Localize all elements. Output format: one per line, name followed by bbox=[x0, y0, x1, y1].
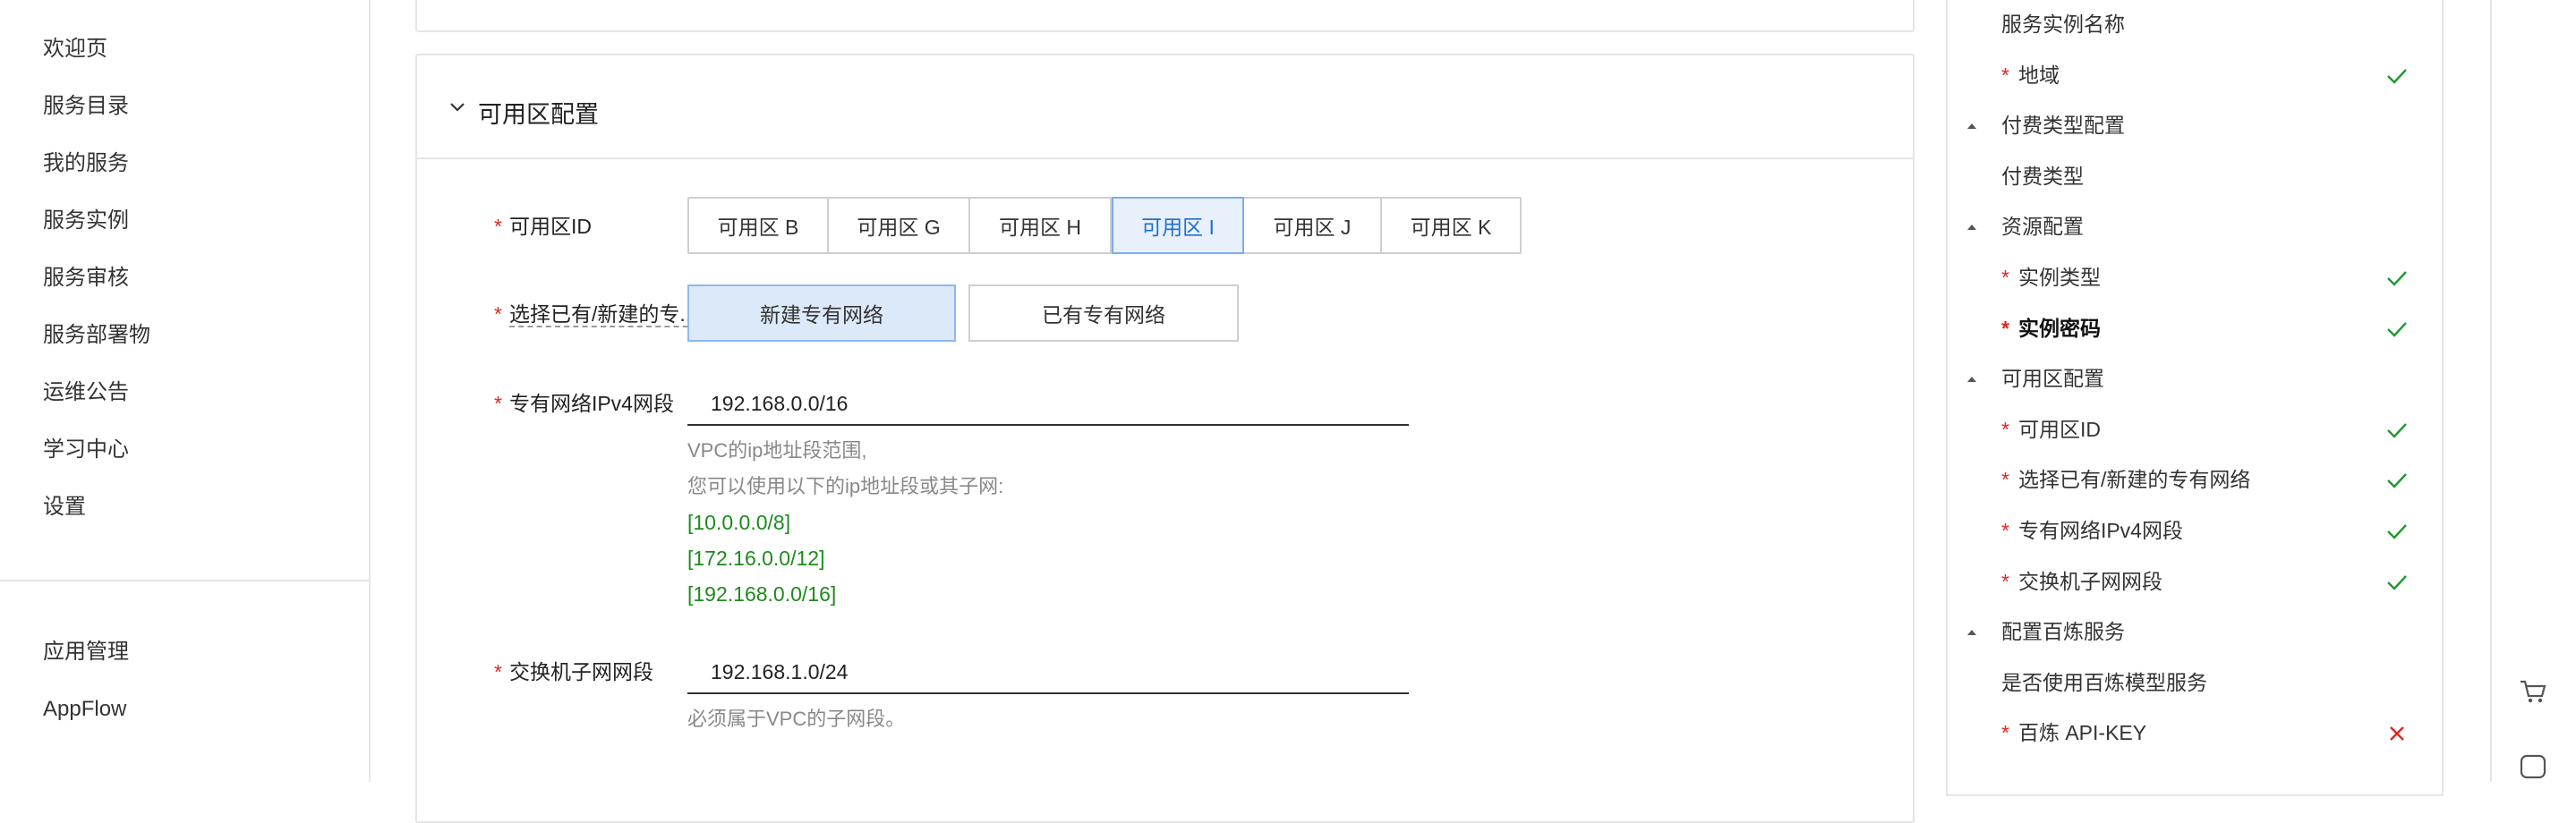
outline-item[interactable]: * 百炼 API-KEY bbox=[2001, 719, 2146, 746]
nav-item-my-services[interactable]: 我的服务 bbox=[43, 150, 129, 177]
section-title: 可用区配置 bbox=[478, 101, 599, 128]
caret-up-icon[interactable] bbox=[1967, 377, 1976, 383]
outline-item[interactable]: 是否使用百炼模型服务 bbox=[2001, 669, 2207, 696]
check-icon bbox=[2387, 271, 2407, 286]
outline-group[interactable]: 可用区配置 bbox=[2001, 365, 2104, 392]
vpc-choice-label: * 选择已有/新建的专... bbox=[494, 302, 697, 327]
outline-group[interactable]: 资源配置 bbox=[2001, 213, 2084, 240]
vpc-range-172: [172.16.0.0/12] bbox=[687, 547, 825, 570]
outline-item-label: 百炼 API-KEY bbox=[2017, 721, 2147, 745]
nav-item-app-management[interactable]: 应用管理 bbox=[43, 639, 129, 666]
outline-group[interactable]: 付费类型配置 bbox=[2001, 112, 2125, 139]
previous-section-card bbox=[415, 0, 1915, 32]
check-icon bbox=[2387, 524, 2407, 539]
required-mark: * bbox=[494, 660, 502, 683]
zone-option-h[interactable]: 可用区 H bbox=[970, 199, 1112, 252]
nav-item-welcome[interactable]: 欢迎页 bbox=[43, 36, 107, 63]
nav-item-learning-center[interactable]: 学习中心 bbox=[43, 437, 129, 463]
outline-item-label: 实例密码 bbox=[2017, 316, 2101, 340]
outline-item-label: 选择已有/新建的专有网络 bbox=[2017, 468, 2251, 492]
outline-item-label: 实例类型 bbox=[2017, 266, 2101, 289]
outline-item-label: 配置百炼服务 bbox=[2001, 620, 2125, 644]
zone-option-g[interactable]: 可用区 G bbox=[829, 199, 970, 252]
outline-item[interactable]: * 可用区ID bbox=[2001, 416, 2101, 443]
required-mark: * bbox=[2001, 721, 2009, 745]
form-outline-panel: 服务实例名称 * 地域付费类型配置 付费类型资源配置 * 实例类型 * 实例密码可用区配置 * 可… bbox=[1946, 0, 2449, 796]
vpc-cidr-help-2: 您可以使用以下的ip地址段或其子网: bbox=[687, 475, 1004, 497]
vpc-cidr-help-1: VPC的ip地址段范围, bbox=[687, 439, 867, 462]
outline-item-label: 服务实例名称 bbox=[2001, 13, 2125, 36]
new-vpc-button[interactable]: 新建专有网络 bbox=[687, 284, 956, 342]
caret-up-icon[interactable] bbox=[1967, 123, 1976, 130]
chevron-down-icon bbox=[450, 103, 465, 112]
outline-item[interactable]: 服务实例名称 bbox=[2001, 11, 2125, 38]
outline-item-label: 资源配置 bbox=[2001, 215, 2084, 239]
required-mark: * bbox=[494, 302, 502, 326]
main-content: 可用区配置 * 可用区ID 可用区 B 可用区 G 可用区 H 可用区 I 可用区… bbox=[371, 0, 1946, 823]
required-mark: * bbox=[2001, 519, 2009, 542]
nav-item-service-review[interactable]: 服务审核 bbox=[43, 265, 129, 292]
outline-item-label: 专有网络IPv4网段 bbox=[2017, 519, 2183, 542]
vsw-cidr-label: * 交换机子网网段 bbox=[494, 660, 653, 683]
outline-group[interactable]: 配置百炼服务 bbox=[2001, 618, 2125, 645]
floating-toolbar bbox=[2490, 0, 2576, 782]
sidebar: 欢迎页 服务目录 我的服务 服务实例 服务审核 服务部署物 运维公告 学习中心 … bbox=[0, 0, 371, 782]
outline-item-label: 付费类型配置 bbox=[2001, 114, 2125, 138]
vpc-range-192: [192.168.0.0/16] bbox=[687, 582, 837, 606]
zone-config-card: 可用区配置 * 可用区ID 可用区 B 可用区 G 可用区 H 可用区 I 可用区… bbox=[415, 54, 1915, 823]
nav-item-appflow[interactable]: AppFlow bbox=[43, 696, 126, 723]
zone-selector: 可用区 B 可用区 G 可用区 H 可用区 I 可用区 J 可用区 K bbox=[687, 197, 1522, 254]
vpc-cidr-input[interactable]: 192.168.0.0/16 bbox=[687, 381, 1409, 426]
check-icon bbox=[2387, 574, 2407, 590]
outline-item-label: 地域 bbox=[2017, 63, 2060, 87]
check-icon bbox=[2387, 68, 2407, 84]
outline-item-label: 交换机子网网段 bbox=[2017, 569, 2162, 593]
required-mark: * bbox=[494, 215, 502, 238]
zone-option-b[interactable]: 可用区 B bbox=[689, 199, 829, 252]
outline-item[interactable]: 付费类型 bbox=[2001, 163, 2084, 190]
error-icon bbox=[2390, 726, 2404, 742]
outline-item-label: 可用区配置 bbox=[2001, 367, 2104, 391]
outline-item-label: 是否使用百炼模型服务 bbox=[2001, 670, 2207, 694]
cart-icon[interactable] bbox=[2519, 678, 2547, 705]
outline-item[interactable]: * 实例类型 bbox=[2001, 264, 2101, 291]
required-mark: * bbox=[2001, 569, 2009, 593]
check-icon bbox=[2387, 473, 2407, 489]
vpc-cidr-label: * 专有网络IPv4网段 bbox=[494, 392, 674, 415]
section-header[interactable]: 可用区配置 bbox=[417, 55, 1913, 159]
vpc-range-10: [10.0.0.0/8] bbox=[687, 511, 791, 534]
ai-icon[interactable] bbox=[2519, 753, 2547, 780]
outline-list: 服务实例名称 * 地域付费类型配置 付费类型资源配置 * 实例类型 * 实例密码可用区配置 * 可… bbox=[1946, 0, 2444, 796]
zone-option-j[interactable]: 可用区 J bbox=[1244, 199, 1382, 252]
nav-item-deployables[interactable]: 服务部署物 bbox=[43, 322, 150, 349]
outline-item[interactable]: * 选择已有/新建的专有网络 bbox=[2001, 466, 2250, 493]
vsw-cidr-help: 必须属于VPC的子网段。 bbox=[687, 708, 906, 730]
zone-option-i[interactable]: 可用区 I bbox=[1112, 197, 1244, 254]
required-mark: * bbox=[494, 392, 502, 415]
zone-id-label: * 可用区ID bbox=[494, 215, 592, 238]
outline-item[interactable]: * 专有网络IPv4网段 bbox=[2001, 517, 2183, 544]
zone-option-k[interactable]: 可用区 K bbox=[1382, 199, 1520, 252]
required-mark: * bbox=[2001, 266, 2009, 289]
required-mark: * bbox=[2001, 468, 2009, 492]
existing-vpc-button[interactable]: 已有专有网络 bbox=[968, 284, 1239, 342]
outline-item[interactable]: * 实例密码 bbox=[2001, 315, 2101, 342]
nav-divider bbox=[0, 580, 369, 581]
required-mark: * bbox=[2001, 63, 2009, 87]
nav-item-ops-notices[interactable]: 运维公告 bbox=[43, 379, 129, 406]
caret-up-icon[interactable] bbox=[1967, 630, 1976, 636]
nav-item-service-catalog[interactable]: 服务目录 bbox=[43, 93, 129, 120]
outline-item[interactable]: * 地域 bbox=[2001, 62, 2060, 89]
check-icon bbox=[2387, 422, 2407, 438]
required-mark: * bbox=[2001, 316, 2009, 340]
required-mark: * bbox=[2001, 417, 2009, 441]
nav-item-settings[interactable]: 设置 bbox=[43, 494, 86, 521]
vsw-cidr-input[interactable]: 192.168.1.0/24 bbox=[687, 649, 1409, 694]
outline-item-label: 付费类型 bbox=[2001, 164, 2084, 188]
caret-up-icon[interactable] bbox=[1967, 225, 1976, 231]
check-icon bbox=[2387, 321, 2407, 337]
outline-item-label: 可用区ID bbox=[2017, 417, 2101, 441]
nav-item-service-instances[interactable]: 服务实例 bbox=[43, 208, 129, 234]
outline-item[interactable]: * 交换机子网网段 bbox=[2001, 568, 2162, 595]
